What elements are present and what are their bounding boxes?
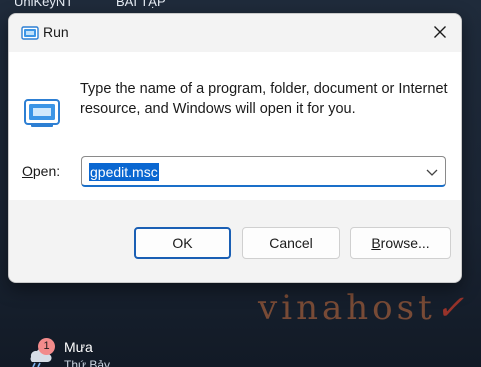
dialog-description: Type the name of a program, folder, docu… <box>80 81 448 117</box>
dialog-footer: OK Cancel Browse... <box>9 200 461 282</box>
run-program-icon <box>24 99 60 127</box>
taskbar-weather-widget[interactable]: 1 Mưa Thứ Bảy <box>22 334 162 367</box>
ok-button[interactable]: OK <box>134 227 231 259</box>
notification-badge: 1 <box>38 338 55 355</box>
browse-button[interactable]: Browse... <box>350 227 451 259</box>
weather-condition: Mưa <box>64 339 93 355</box>
open-combobox[interactable]: gpedit.msc <box>81 156 446 187</box>
weather-day: Thứ Bảy <box>64 358 111 367</box>
chevron-down-icon[interactable] <box>425 165 439 179</box>
watermark-logo: vinahost✓ <box>258 288 469 328</box>
dialog-content: Type the name of a program, folder, docu… <box>9 52 461 200</box>
open-label: Open: <box>22 163 61 179</box>
run-icon <box>21 26 39 40</box>
open-input[interactable]: gpedit.msc <box>89 163 159 181</box>
window-title: Run <box>43 24 69 40</box>
title-bar[interactable]: Run <box>9 14 461 52</box>
desktop-icon-label[interactable]: BÀI TẬP <box>116 0 166 9</box>
close-button[interactable] <box>419 14 461 50</box>
desktop-icon-label[interactable]: UniKeyNT <box>14 0 73 9</box>
close-icon <box>434 26 446 38</box>
cancel-button[interactable]: Cancel <box>242 227 340 259</box>
run-dialog: Run Type the name of a program, folder, … <box>8 13 462 283</box>
